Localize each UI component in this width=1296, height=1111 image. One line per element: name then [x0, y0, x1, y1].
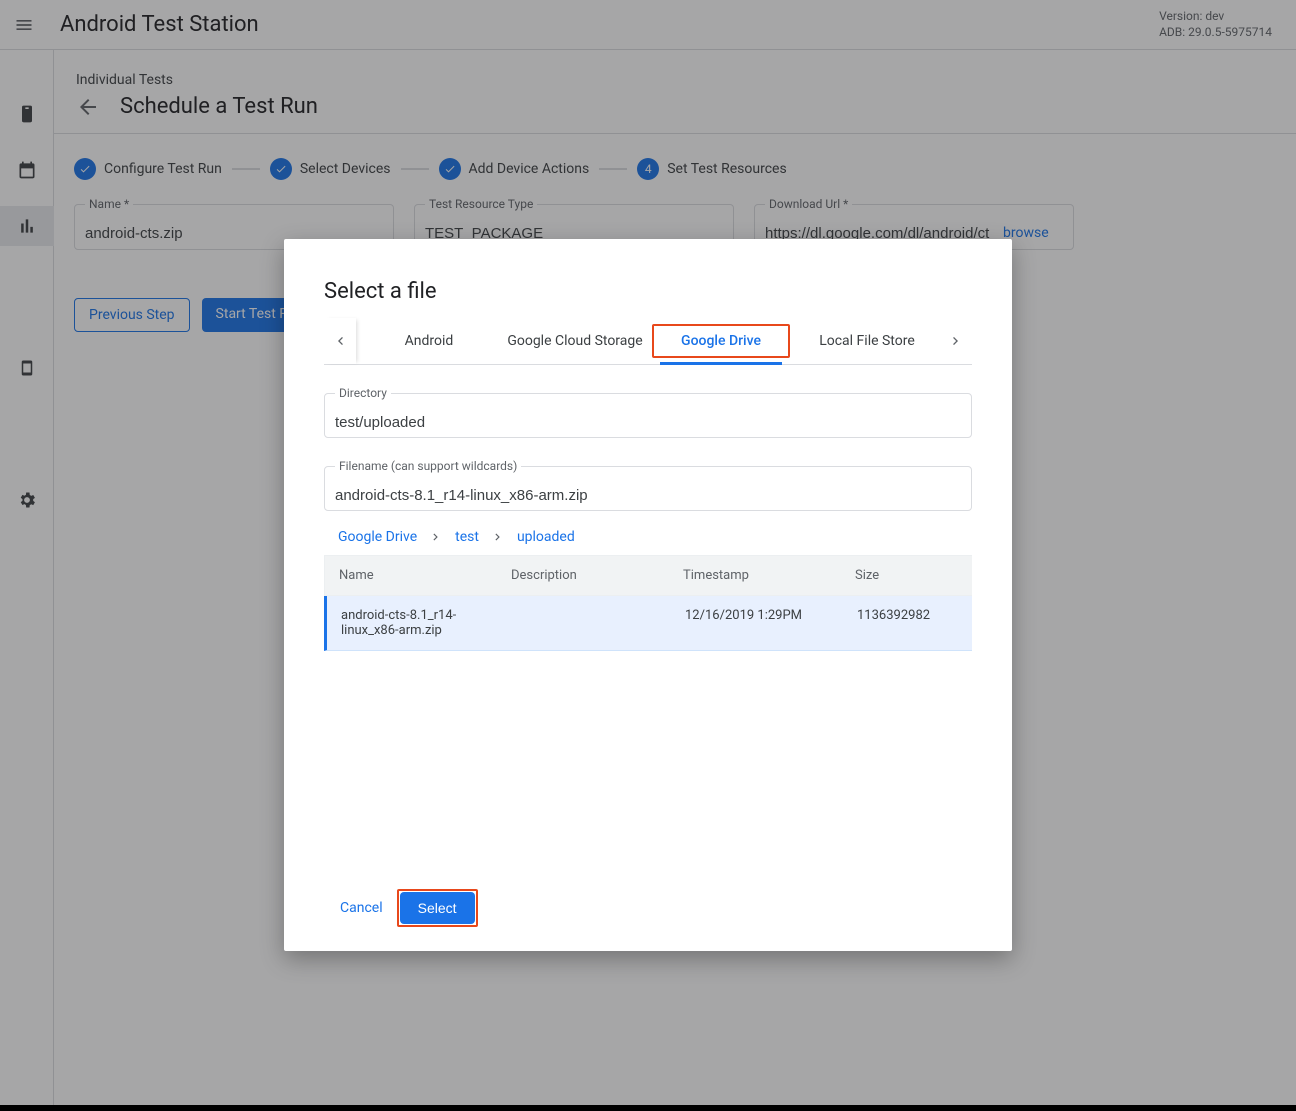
path-breadcrumbs: Google Drive test uploaded [324, 529, 972, 545]
col-description: Description [497, 556, 669, 595]
tab-gcs[interactable]: Google Cloud Storage [502, 318, 648, 364]
breadcrumb-test[interactable]: test [455, 529, 479, 545]
file-description [499, 596, 671, 650]
col-name: Name [325, 556, 497, 595]
bottom-border [0, 1105, 1296, 1111]
col-size: Size [841, 556, 972, 595]
select-button[interactable]: Select [400, 892, 475, 924]
file-row[interactable]: android-cts-8.1_r14-linux_x86-arm.zip 12… [324, 596, 972, 651]
file-size: 1136392982 [843, 596, 972, 650]
breadcrumb-root[interactable]: Google Drive [338, 529, 417, 545]
select-button-highlight: Select [397, 889, 478, 927]
file-table: Name Description Timestamp Size android-… [324, 555, 972, 651]
cancel-button[interactable]: Cancel [336, 892, 387, 924]
filename-input[interactable] [335, 487, 961, 504]
filename-field[interactable]: Filename (can support wildcards) [324, 466, 972, 511]
tab-android[interactable]: Android [356, 318, 502, 364]
chevron-right-icon [491, 530, 505, 544]
col-timestamp: Timestamp [669, 556, 841, 595]
select-file-dialog: Select a file Android Google Cloud Stora… [284, 239, 1012, 951]
dialog-title: Select a file [324, 279, 972, 304]
tab-local[interactable]: Local File Store [794, 318, 940, 364]
directory-input[interactable] [335, 414, 961, 431]
breadcrumb-uploaded[interactable]: uploaded [517, 529, 575, 545]
tab-scroll-right-icon[interactable] [940, 318, 972, 364]
chevron-right-icon [429, 530, 443, 544]
tab-scroll-left-icon[interactable] [324, 318, 356, 364]
file-timestamp: 12/16/2019 1:29PM [671, 596, 843, 650]
table-header: Name Description Timestamp Size [324, 555, 972, 596]
tab-google-drive[interactable]: Google Drive [648, 318, 794, 364]
file-name: android-cts-8.1_r14-linux_x86-arm.zip [327, 596, 499, 650]
tab-row: Android Google Cloud Storage Google Driv… [324, 318, 972, 365]
directory-field[interactable]: Directory [324, 393, 972, 438]
